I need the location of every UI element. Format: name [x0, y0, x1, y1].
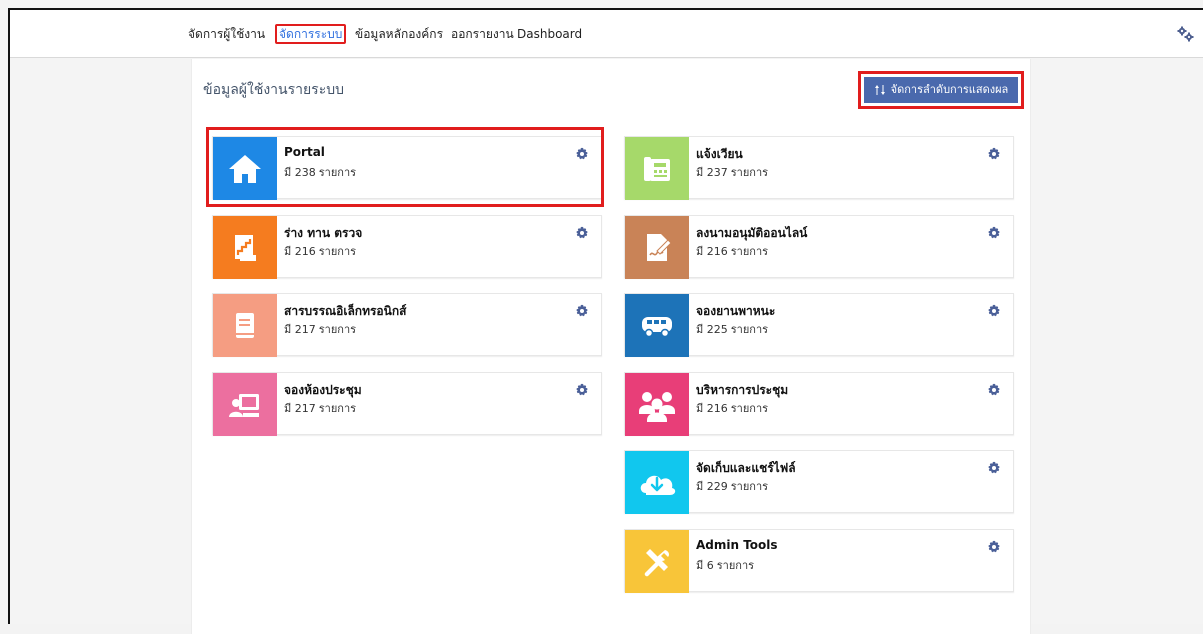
- nav-organization-data[interactable]: ข้อมูลหลักองค์กร: [355, 27, 443, 41]
- presentation-icon: [226, 386, 264, 424]
- card-icon-background: [625, 137, 689, 200]
- gear-icon[interactable]: [987, 461, 1001, 475]
- card-title: ลงนามอนุมัติออนไลน์: [696, 226, 808, 240]
- card-title: ร่าง ทาน ตรวจ: [284, 226, 363, 240]
- top-navigation: จัดการผู้ใช้งาน จัดการระบบ ข้อมูลหลักองค…: [10, 10, 1203, 58]
- home-icon: [226, 150, 264, 188]
- card-count: มี 238 รายการ: [284, 166, 357, 179]
- card-title: จัดเก็บและแชร์ไฟล์: [696, 461, 796, 475]
- card-title: แจ้งเวียน: [696, 147, 743, 161]
- nav-user-management[interactable]: จัดการผู้ใช้งาน: [188, 27, 265, 41]
- card-count: มี 217 รายการ: [284, 323, 357, 336]
- nav-reports[interactable]: ออกรายงาน: [451, 27, 514, 41]
- fax-icon: [639, 151, 675, 187]
- card-icon-background: [625, 530, 689, 593]
- card-count: มี 217 รายการ: [284, 402, 357, 415]
- card-draft-review[interactable]: ร่าง ทาน ตรวจ มี 216 รายการ: [212, 215, 602, 279]
- gear-icon[interactable]: [987, 147, 1001, 161]
- card-file-sharing[interactable]: จัดเก็บและแชร์ไฟล์ มี 229 รายการ: [624, 450, 1014, 514]
- main-content: ข้อมูลผู้ใช้งานรายระบบ จัดการลำดับการแสด…: [191, 59, 1031, 634]
- users-icon: [636, 387, 678, 423]
- card-online-approval[interactable]: ลงนามอนุมัติออนไลน์ มี 216 รายการ: [624, 215, 1014, 279]
- card-count: มี 216 รายการ: [284, 245, 357, 258]
- card-icon-background: [213, 294, 277, 357]
- gear-icon[interactable]: [575, 147, 589, 161]
- sort-order-button-label: จัดการลำดับการแสดงผล: [890, 84, 1009, 96]
- bus-icon: [638, 307, 676, 345]
- card-title: Admin Tools: [696, 538, 778, 552]
- book-icon: [228, 309, 262, 343]
- card-meeting-management[interactable]: บริหารการประชุม มี 216 รายการ: [624, 372, 1014, 436]
- card-icon-background: [625, 294, 689, 357]
- card-icon-background: [625, 216, 689, 279]
- gear-icon[interactable]: [987, 226, 1001, 240]
- application-frame: จัดการผู้ใช้งาน จัดการระบบ ข้อมูลหลักองค…: [8, 8, 1203, 634]
- card-title: บริหารการประชุม: [696, 383, 789, 397]
- gear-icon[interactable]: [987, 383, 1001, 397]
- card-portal[interactable]: Portal มี 238 รายการ: [212, 136, 602, 200]
- card-count: มี 229 รายการ: [696, 480, 769, 493]
- gears-icon[interactable]: [1176, 26, 1196, 42]
- nav-dashboard[interactable]: Dashboard: [517, 27, 582, 41]
- card-count: มี 225 รายการ: [696, 323, 769, 336]
- card-title: สารบรรณอิเล็กทรอนิกส์: [284, 304, 407, 318]
- card-count: มี 6 รายการ: [696, 559, 755, 572]
- card-icon-background: [625, 373, 689, 436]
- card-count: มี 216 รายการ: [696, 245, 769, 258]
- card-vehicle-booking[interactable]: จองยานพาหนะ มี 225 รายการ: [624, 293, 1014, 357]
- card-meeting-room-booking[interactable]: จองห้องประชุม มี 217 รายการ: [212, 372, 602, 436]
- card-title: จองยานพาหนะ: [696, 304, 776, 318]
- card-icon-background: [213, 216, 277, 279]
- card-count: มี 237 รายการ: [696, 166, 769, 179]
- card-circular-notice[interactable]: แจ้งเวียน มี 237 รายการ: [624, 136, 1014, 200]
- tools-icon: [638, 543, 676, 581]
- card-electronic-documents[interactable]: สารบรรณอิเล็กทรอนิกส์ มี 217 รายการ: [212, 293, 602, 357]
- gear-icon[interactable]: [575, 304, 589, 318]
- sort-order-button[interactable]: จัดการลำดับการแสดงผล: [864, 77, 1018, 103]
- card-icon-background: [625, 451, 689, 514]
- page-title: ข้อมูลผู้ใช้งานรายระบบ: [203, 82, 344, 98]
- signature-icon: [639, 230, 675, 266]
- gear-icon[interactable]: [575, 226, 589, 240]
- gear-icon[interactable]: [987, 540, 1001, 554]
- card-count: มี 216 รายการ: [696, 402, 769, 415]
- card-admin-tools[interactable]: Admin Tools มี 6 รายการ: [624, 529, 1014, 593]
- gear-icon[interactable]: [987, 304, 1001, 318]
- gear-icon[interactable]: [575, 383, 589, 397]
- nav-system-management[interactable]: จัดการระบบ: [275, 24, 347, 44]
- card-icon-background: [213, 137, 277, 200]
- card-title: จองห้องประชุม: [284, 383, 362, 397]
- card-icon-background: [213, 373, 277, 436]
- sort-button-highlight: จัดการลำดับการแสดงผล: [858, 71, 1024, 109]
- card-title: Portal: [284, 145, 325, 159]
- sort-arrows-icon: [874, 84, 886, 96]
- cloud-download-icon: [636, 465, 678, 501]
- stairs-document-icon: [228, 231, 262, 265]
